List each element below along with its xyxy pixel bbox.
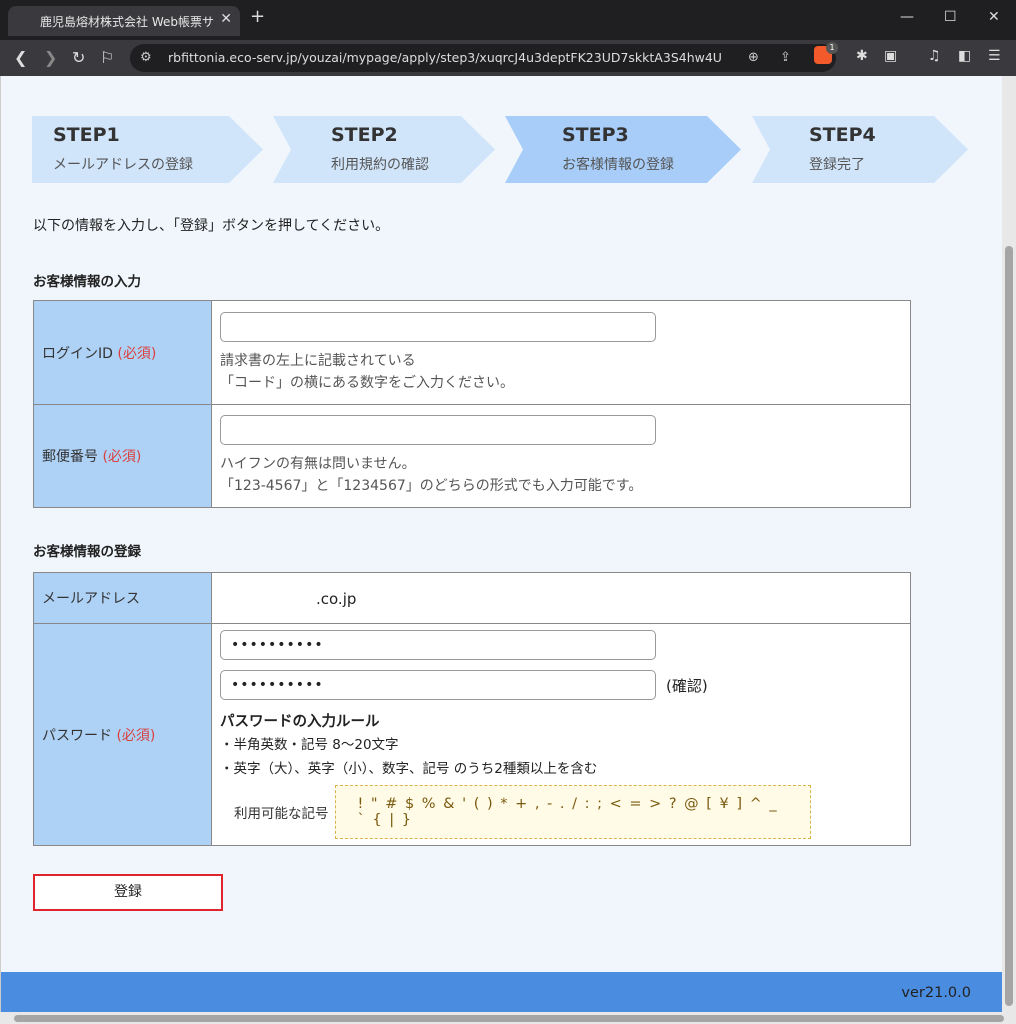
postal-help-2: 「123-4567」と「1234567」のどちらの形式でも入力可能です。: [220, 478, 643, 494]
required-mark: (必須): [102, 449, 142, 465]
forward-icon[interactable]: ❯: [44, 48, 57, 67]
horizontal-scrollbar[interactable]: [0, 1012, 1016, 1024]
vertical-scrollbar[interactable]: [1002, 76, 1016, 1012]
minimize-icon[interactable]: —: [900, 9, 914, 25]
step-1: STEP1 メールアドレスの登録: [32, 116, 263, 183]
step-title: STEP2: [331, 124, 398, 146]
scrollbar-thumb[interactable]: [1005, 246, 1013, 1006]
back-icon[interactable]: ❮: [14, 48, 27, 67]
postal-label: 郵便番号 (必須): [33, 404, 212, 508]
step-subtitle: 登録完了: [809, 157, 865, 173]
bookmark-icon[interactable]: ⚐: [100, 48, 114, 67]
step-subtitle: お客様情報の登録: [562, 157, 674, 173]
customer-input-table: ログインID (必須) 請求書の左上に記載されている 「コード」の横にある数字を…: [33, 300, 911, 508]
share-icon[interactable]: ⇪: [780, 50, 791, 65]
postal-help-1: ハイフンの有無は問いません。: [220, 456, 416, 472]
login-id-row: ログインID (必須) 請求書の左上に記載されている 「コード」の横にある数字を…: [33, 300, 911, 405]
required-mark: (必須): [116, 727, 156, 744]
intro-text: 以下の情報を入力し、「登録」ボタンを押してください。: [33, 218, 390, 234]
tab-title: 鹿児島熔材株式会社 Web帳票サ: [40, 15, 214, 29]
new-tab-icon[interactable]: +: [250, 6, 265, 27]
password-rule-2: ・英字（大）、英字（小）、数字、記号 のうち2種類以上を含む: [220, 761, 598, 777]
password-input[interactable]: ••••••••••: [220, 630, 656, 660]
site-info-icon[interactable]: ⚙: [140, 50, 152, 65]
login-id-label: ログインID (必須): [33, 300, 212, 405]
postal-row: 郵便番号 (必須) ハイフンの有無は問いません。 「123-4567」と「123…: [33, 404, 911, 508]
address-bar[interactable]: ⚙ rbfittonia.eco-serv.jp/youzai/mypage/a…: [130, 44, 836, 72]
media-icon[interactable]: ♫: [928, 48, 941, 64]
browser-toolbar: ❮ ❯ ↻ ⚐ ⚙ rbfittonia.eco-serv.jp/youzai/…: [0, 40, 1016, 76]
reader-icon[interactable]: ▣: [884, 48, 897, 64]
email-row: メールアドレス .co.jp: [33, 572, 911, 624]
step-title: STEP4: [809, 124, 876, 146]
step-title: STEP1: [53, 124, 120, 146]
step-3-active: STEP3 お客様情報の登録: [505, 116, 741, 183]
confirm-label: (確認): [666, 676, 708, 695]
browser-tab-bar: 鹿児島熔材株式会社 Web帳票サ ✕ + — ☐ ✕: [0, 0, 1016, 40]
login-id-input[interactable]: [220, 311, 656, 342]
url-text: rbfittonia.eco-serv.jp/youzai/mypage/app…: [168, 50, 722, 65]
symbols-label: 利用可能な記号: [234, 806, 329, 822]
extensions-icon[interactable]: ✱: [856, 48, 868, 64]
step-2: STEP2 利用規約の確認: [273, 116, 495, 183]
maximize-icon[interactable]: ☐: [944, 9, 957, 25]
tab-close-icon[interactable]: ✕: [220, 11, 232, 27]
reload-icon[interactable]: ↻: [72, 48, 85, 67]
allowed-symbols-box: ! " # $ % & ' ( ) * + , - . / : ; < = > …: [334, 785, 811, 839]
scrollbar-thumb[interactable]: [14, 1015, 1004, 1022]
step-subtitle: メールアドレスの登録: [53, 157, 193, 173]
step-subtitle: 利用規約の確認: [331, 157, 429, 173]
page-viewport: STEP1 メールアドレスの登録 STEP2 利用規約の確認 STEP3 お客様…: [0, 76, 1002, 1012]
shield-badge: 1: [826, 42, 838, 54]
password-row: パスワード (必須) •••••••••• •••••••••• (確認) パス…: [33, 623, 911, 846]
password-confirm-input[interactable]: ••••••••••: [220, 670, 656, 700]
section-heading-input: お客様情報の入力: [33, 274, 141, 290]
register-button[interactable]: 登録: [33, 874, 223, 911]
version-text: ver21.0.0: [901, 985, 971, 1001]
password-rule-1: ・半角英数・記号 8～20文字: [220, 737, 399, 753]
browser-tab[interactable]: 鹿児島熔材株式会社 Web帳票サ ✕: [8, 6, 240, 36]
zoom-icon[interactable]: ⊕: [748, 50, 759, 65]
step-title: STEP3: [562, 124, 629, 146]
customer-register-table: メールアドレス .co.jp パスワード (必須) •••••••••• •••…: [33, 572, 911, 846]
password-label: パスワード (必須): [33, 623, 212, 846]
menu-icon[interactable]: ☰: [988, 48, 1001, 64]
step-4: STEP4 登録完了: [752, 116, 968, 183]
required-mark: (必須): [117, 345, 157, 362]
footer: ver21.0.0: [1, 972, 1002, 1012]
login-id-help-2: 「コード」の横にある数字をご入力ください。: [220, 374, 514, 391]
sidebar-icon[interactable]: ◧: [958, 48, 971, 64]
login-id-help-1: 請求書の左上に記載されている: [220, 352, 416, 369]
email-value: .co.jp: [316, 589, 357, 608]
close-window-icon[interactable]: ✕: [988, 9, 1000, 25]
password-rule-heading: パスワードの入力ルール: [220, 714, 380, 730]
email-label: メールアドレス: [33, 572, 212, 624]
postal-code-input[interactable]: [220, 415, 656, 445]
section-heading-register: お客様情報の登録: [33, 544, 141, 560]
